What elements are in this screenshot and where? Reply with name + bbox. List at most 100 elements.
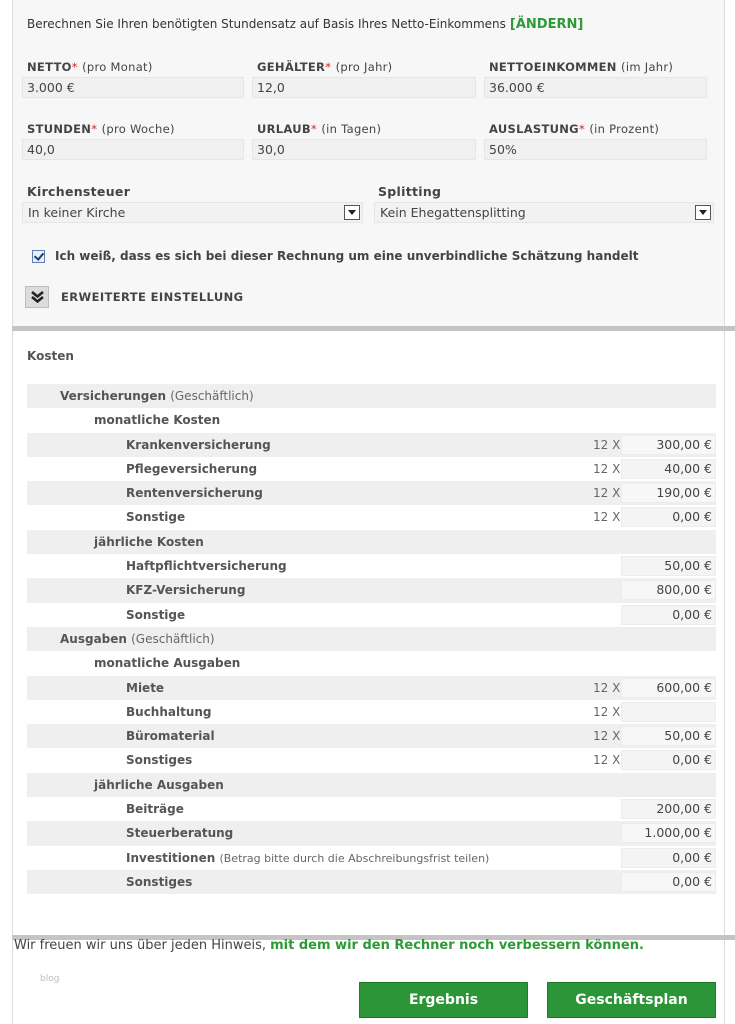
disclaimer-label: Ich weiß, dass es sich bei dieser Rechnu… [55, 249, 639, 263]
row-label: Buchhaltung [126, 704, 212, 719]
table-row: Miete 12 X 600,00 € [27, 675, 716, 700]
row-label: Ausgaben (Geschäftlich) [60, 631, 215, 646]
stunden-label: STUNDEN* (pro Woche) [27, 122, 175, 136]
change-link[interactable]: [ÄNDERN] [510, 17, 583, 32]
row-label: Miete [126, 680, 165, 695]
row-note: (Geschäftlich) [170, 389, 254, 403]
row-label: Versicherungen (Geschäftlich) [60, 389, 254, 403]
row-label: Beiträge [126, 802, 184, 817]
row-label: Sonstige [126, 607, 186, 622]
stunden-input[interactable]: 40,0 [22, 139, 244, 160]
auslastung-input[interactable]: 50% [484, 139, 707, 160]
amount-input[interactable]: 0,00 € [621, 847, 716, 868]
multiplier: 12 X [593, 486, 621, 501]
kirchensteuer-select[interactable]: In keiner Kirche [22, 202, 363, 223]
row-label: Steuerberatung [126, 826, 234, 841]
amount-input[interactable]: 50,00 € [621, 726, 716, 747]
row-label: monatliche Kosten [94, 413, 221, 428]
amount-input[interactable]: 0,00 € [621, 871, 716, 892]
table-row: Steuerberatung 1.000,00 € [27, 821, 716, 846]
multiplier: 12 X [593, 680, 621, 695]
amount-input[interactable]: 0,00 € [621, 604, 716, 625]
double-chevron-down-icon[interactable] [25, 286, 49, 308]
amount-input[interactable]: 600,00 € [621, 677, 716, 698]
table-row: Investitionen (Betrag bitte durch die Ab… [27, 846, 716, 870]
chevron-down-icon[interactable] [695, 205, 711, 220]
row-label: Rentenversicherung [126, 486, 263, 501]
amount-input[interactable]: 50,00 € [621, 556, 716, 577]
table-row: Rentenversicherung 12 X 190,00 € [27, 481, 716, 506]
amount-input[interactable]: 1.000,00 € [621, 823, 716, 844]
subcategory-row: monatliche Ausgaben [27, 651, 716, 675]
nettoeinkommen-label: NETTOEINKOMMEN (im Jahr) [489, 60, 674, 74]
row-note: (Betrag bitte durch die Abschreibungsfri… [219, 851, 490, 865]
feedback-line: Wir freuen wir uns über jeden Hinweis, m… [14, 938, 644, 953]
subcategory-row: jährliche Ausgaben [27, 772, 716, 798]
row-label: jährliche Ausgaben [94, 777, 224, 792]
amount-input[interactable]: 40,00 € [621, 458, 716, 479]
ergebnis-button[interactable]: Ergebnis [359, 982, 528, 1018]
row-label: Investitionen (Betrag bitte durch die Ab… [126, 850, 490, 865]
table-row: Sonstiges 0,00 € [27, 869, 716, 895]
row-label: Haftpflichtversicherung [126, 559, 287, 574]
nettoeinkommen-output: 36.000 € [484, 77, 707, 98]
amount-input[interactable]: 0,00 € [621, 507, 716, 528]
feedback-link[interactable]: mit dem wir den Rechner noch verbessern … [270, 938, 644, 953]
gehaelter-label: GEHÄLTER* (pro Jahr) [257, 60, 393, 74]
row-label: Pflegeversicherung [126, 461, 258, 476]
row-label: Sonstiges [126, 874, 193, 889]
row-note: (Geschäftlich) [131, 631, 215, 646]
costs-title: Kosten [27, 349, 74, 363]
splitting-select[interactable]: Kein Ehegattensplitting [374, 202, 714, 223]
intro-line: Berechnen Sie Ihren benötigten Stundensa… [27, 17, 583, 32]
amount-input[interactable]: 190,00 € [621, 483, 716, 504]
table-row: Sonstiges 12 X 0,00 € [27, 748, 716, 772]
row-label: Sonstige [126, 510, 186, 525]
geschaeftsplan-button[interactable]: Geschäftsplan [547, 982, 716, 1018]
auslastung-label: AUSLASTUNG* (in Prozent) [489, 122, 660, 136]
table-row: Sonstige 0,00 € [27, 603, 716, 627]
kirchensteuer-label: Kirchensteuer [27, 184, 131, 199]
multiplier: 12 X [593, 437, 621, 452]
netto-label: NETTO* (pro Monat) [27, 60, 153, 74]
row-label: jährliche Kosten [94, 534, 204, 549]
row-label: Krankenversicherung [126, 437, 271, 452]
kirchensteuer-value: In keiner Kirche [28, 205, 126, 220]
disclaimer-checkbox[interactable] [32, 250, 45, 263]
advanced-settings-toggle[interactable]: ERWEITERTE EINSTELLUNG [61, 290, 243, 304]
netto-input[interactable]: 3.000 € [22, 77, 244, 98]
category-row: Ausgaben (Geschäftlich) [27, 626, 716, 652]
table-row: Krankenversicherung 12 X 300,00 € [27, 432, 716, 457]
multiplier: 12 X [593, 510, 621, 525]
table-row: Sonstige 12 X 0,00 € [27, 505, 716, 529]
subcategory-row: jährliche Kosten [27, 529, 716, 555]
watermark: blog [40, 974, 60, 984]
table-row: KFZ-Versicherung 800,00 € [27, 578, 716, 603]
multiplier: 12 X [593, 461, 621, 476]
amount-input[interactable] [621, 701, 716, 722]
section-divider [12, 326, 735, 331]
feedback-text: Wir freuen wir uns über jeden Hinweis, [14, 938, 266, 953]
subcategory-row: monatliche Kosten [27, 408, 716, 432]
multiplier: 12 X [593, 729, 621, 744]
multiplier: 12 X [593, 704, 621, 719]
table-row: Pflegeversicherung 12 X 40,00 € [27, 457, 716, 481]
splitting-label: Splitting [378, 184, 442, 199]
table-row: Buchhaltung 12 X [27, 700, 716, 724]
chevron-down-icon[interactable] [344, 205, 360, 220]
settings-panel [12, 0, 725, 327]
amount-input[interactable]: 300,00 € [621, 434, 716, 455]
splitting-value: Kein Ehegattensplitting [380, 205, 526, 220]
table-row: Büromaterial 12 X 50,00 € [27, 724, 716, 749]
table-row: Haftpflichtversicherung 50,00 € [27, 554, 716, 578]
urlaub-label: URLAUB* (in Tagen) [257, 122, 382, 136]
table-row: Beiträge 200,00 € [27, 797, 716, 821]
gehaelter-input[interactable]: 12,0 [252, 77, 476, 98]
multiplier: 12 X [593, 753, 621, 768]
amount-input[interactable]: 0,00 € [621, 750, 716, 771]
amount-input[interactable]: 200,00 € [621, 799, 716, 820]
category-row: Versicherungen (Geschäftlich) [27, 384, 716, 409]
urlaub-input[interactable]: 30,0 [252, 139, 476, 160]
amount-input[interactable]: 800,00 € [621, 580, 716, 601]
row-label: KFZ-Versicherung [126, 583, 246, 598]
